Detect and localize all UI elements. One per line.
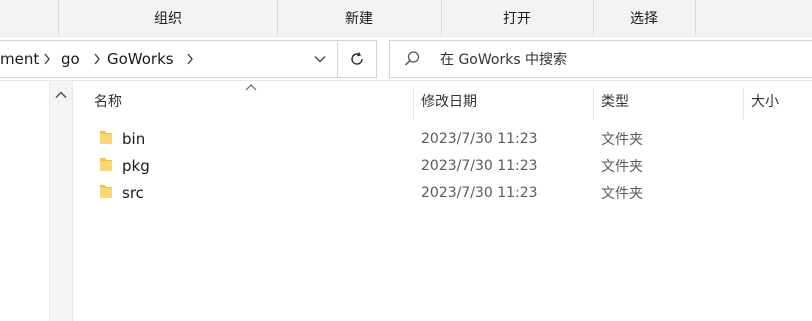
scroll-up-icon: [55, 91, 67, 99]
ribbon-group-select[interactable]: 选择: [594, 0, 694, 36]
column-divider[interactable]: [413, 87, 414, 119]
folder-icon: [100, 185, 112, 198]
file-list-header: 名称 修改日期 类型 大小: [72, 81, 812, 121]
address-toolbar: ment go GoWorks 在 GoWorks 中搜索: [0, 37, 812, 81]
chevron-right-icon[interactable]: [186, 41, 194, 77]
breadcrumb-item-goworks[interactable]: GoWorks: [107, 41, 174, 77]
ribbon-group-labels: 组织 新建 打开 选择: [0, 0, 812, 37]
file-name[interactable]: src: [122, 179, 144, 206]
search-icon: [404, 51, 420, 66]
search-input[interactable]: 在 GoWorks 中搜索: [389, 40, 812, 78]
file-type: 文件夹: [601, 131, 643, 148]
address-divider: [337, 41, 338, 77]
navigation-pane[interactable]: [0, 81, 49, 321]
navigation-scrollbar[interactable]: [49, 81, 73, 321]
file-modified: 2023/7/30 11:23: [421, 130, 538, 147]
search-placeholder: 在 GoWorks 中搜索: [440, 52, 568, 68]
folder-icon: [100, 158, 112, 171]
folder-icon: [100, 131, 112, 144]
chevron-right-icon[interactable]: [43, 41, 51, 77]
refresh-button[interactable]: [340, 41, 374, 77]
column-header-type[interactable]: 类型: [601, 81, 629, 121]
column-header-modified[interactable]: 修改日期: [421, 81, 477, 121]
file-modified: 2023/7/30 11:23: [421, 157, 538, 174]
file-row-src[interactable]: src 2023/7/30 11:23 文件夹: [72, 179, 812, 206]
column-header-name[interactable]: 名称: [94, 81, 122, 121]
chevron-right-icon[interactable]: [93, 41, 101, 77]
file-type: 文件夹: [601, 158, 643, 175]
ribbon-group-open[interactable]: 打开: [442, 0, 592, 36]
ribbon-divider: [695, 0, 696, 36]
column-divider[interactable]: [743, 87, 744, 119]
ribbon-group-new[interactable]: 新建: [278, 0, 440, 36]
file-type: 文件夹: [601, 185, 643, 202]
ribbon-group-organize[interactable]: 组织: [59, 0, 277, 36]
file-name[interactable]: bin: [122, 125, 145, 152]
file-name[interactable]: pkg: [122, 152, 150, 179]
address-bar[interactable]: ment go GoWorks: [0, 40, 377, 78]
breadcrumb-item-go[interactable]: go: [61, 41, 80, 77]
column-header-size[interactable]: 大小: [751, 81, 779, 121]
sort-up-icon: [245, 84, 257, 91]
refresh-icon: [351, 52, 363, 65]
address-history-dropdown[interactable]: [305, 41, 335, 77]
breadcrumb-item-document[interactable]: ment: [0, 41, 39, 77]
file-modified: 2023/7/30 11:23: [421, 184, 538, 201]
file-row-bin[interactable]: bin 2023/7/30 11:23 文件夹: [72, 125, 812, 152]
file-row-pkg[interactable]: pkg 2023/7/30 11:23 文件夹: [72, 152, 812, 179]
chevron-down-icon: [314, 56, 326, 63]
scroll-up-button[interactable]: [50, 85, 72, 105]
column-divider[interactable]: [593, 87, 594, 119]
